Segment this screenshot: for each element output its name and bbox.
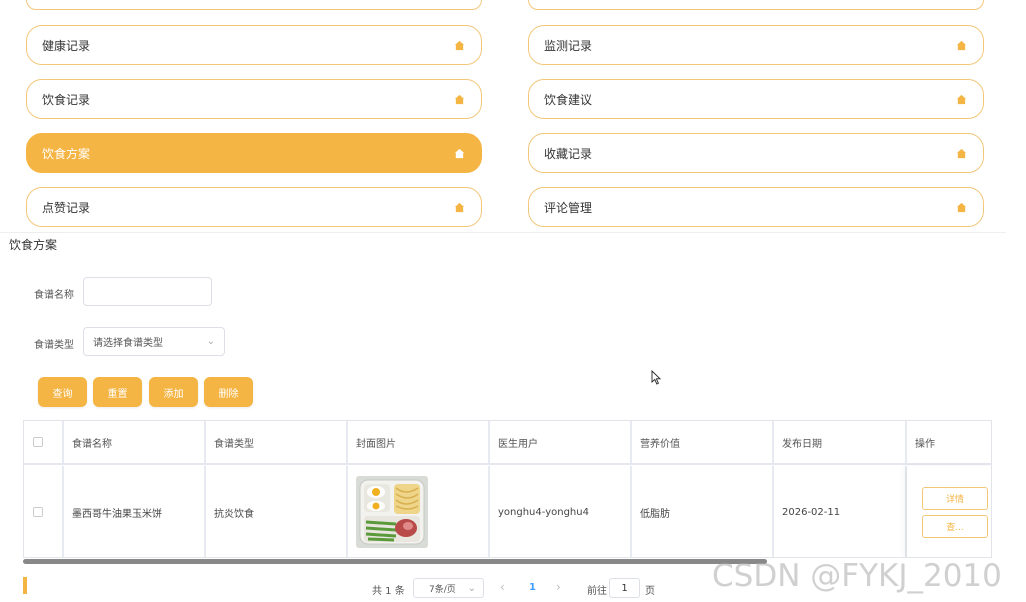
menu-item-partial-right[interactable] [528,0,984,10]
delete-button[interactable]: 删除 [204,377,253,407]
header-select-cell [24,421,64,463]
mouse-cursor-icon [651,370,661,385]
home-icon [956,40,967,51]
page-size-value: 7条/页 [429,584,456,595]
page-title: 饮食方案 [9,238,58,252]
query-button[interactable]: 查询 [38,377,87,407]
header-operations: 操作 [915,438,935,450]
header-cover-image: 封面图片 [348,421,490,463]
row-checkbox[interactable] [33,507,43,517]
menu-item-label: 收藏记录 [544,146,593,161]
chevron-down-icon: ⌄ [467,582,476,594]
cell-doctor-user: yonghu4-yonghu4 [490,466,632,557]
side-marker [23,577,27,594]
detail-button[interactable]: 详情 [922,486,988,510]
food-photo[interactable] [356,476,428,548]
cell-nutrition: 低脂肪 [632,466,774,557]
header-recipe-type: 食谱类型 [206,421,348,463]
menu-item-diet-advice[interactable]: 饮食建议 [528,79,984,119]
recipe-type-label: 食谱类型 [34,340,74,351]
menu-item-likes[interactable]: 点赞记录 [26,187,482,227]
menu-item-label: 点赞记录 [42,200,91,215]
select-all-checkbox[interactable] [33,437,43,447]
menu-item-health-records[interactable]: 健康记录 [26,25,482,65]
menu-item-label: 评论管理 [544,200,593,215]
cell-operations: 详情 查... [907,466,991,557]
menu-item-partial-left[interactable] [26,0,482,10]
recipe-name-input[interactable] [83,277,212,306]
menu-item-label: 饮食记录 [42,92,91,107]
goto-page-input[interactable] [609,578,640,598]
recipe-type-placeholder: 请选择食谱类型 [93,338,163,349]
home-icon [956,94,967,105]
menu-item-comments[interactable]: 评论管理 [528,187,984,227]
home-icon [454,148,465,159]
menu-item-diet-plan[interactable]: 饮食方案 [26,133,482,173]
next-page-icon[interactable]: › [556,580,561,594]
reset-button[interactable]: 重置 [93,377,142,407]
table-header-row: 食谱名称 食谱类型 封面图片 医生用户 营养价值 发布日期 操作 [24,421,991,465]
total-count: 共 1 条 [372,586,405,597]
recipe-table: 食谱名称 食谱类型 封面图片 医生用户 营养价值 发布日期 操作 墨西哥牛油果玉… [23,420,992,558]
header-nutrition: 营养价值 [632,421,774,463]
home-icon [956,202,967,213]
menu-item-monitoring-records[interactable]: 监测记录 [528,25,984,65]
add-button[interactable]: 添加 [149,377,198,407]
header-publish-date: 发布日期 [774,421,907,463]
goto-label: 前往 [587,586,607,597]
cell-recipe-type: 抗炎饮食 [206,466,348,557]
cell-recipe-name: 墨西哥牛油果玉米饼 [64,466,206,557]
recipe-name-label: 食谱名称 [34,290,74,301]
menu-item-label: 饮食建议 [544,92,593,107]
menu-item-favorites[interactable]: 收藏记录 [528,133,984,173]
menu-item-label: 健康记录 [42,38,91,53]
prev-page-icon[interactable]: ‹ [500,580,505,594]
current-page[interactable]: 1 [529,582,536,593]
home-icon [956,148,967,159]
cell-cover-image [348,466,490,557]
header-recipe-name: 食谱名称 [64,421,206,463]
view-button[interactable]: 查... [922,514,988,538]
menu-item-label: 监测记录 [544,38,593,53]
row-select-cell [24,466,64,557]
divider [0,232,1006,233]
recipe-type-select[interactable]: 请选择食谱类型 ⌄ [83,327,225,356]
page-size-select[interactable]: 7条/页 ⌄ [413,578,484,598]
page-suffix: 页 [645,586,655,597]
home-icon [454,40,465,51]
home-icon [454,94,465,105]
cell-publish-date: 2026-02-11 [774,466,907,557]
menu-item-label: 饮食方案 [42,146,91,161]
header-doctor-user: 医生用户 [490,421,632,463]
watermark: CSDN @FYKJ_2010 [712,558,1002,594]
home-icon [454,202,465,213]
menu-item-diet-records[interactable]: 饮食记录 [26,79,482,119]
table-row: 墨西哥牛油果玉米饼 抗炎饮食 yonghu4-yonghu4 低脂肪 2026-… [24,466,991,557]
chevron-down-icon: ⌄ [206,336,215,347]
horizontal-scrollbar[interactable] [23,559,767,564]
